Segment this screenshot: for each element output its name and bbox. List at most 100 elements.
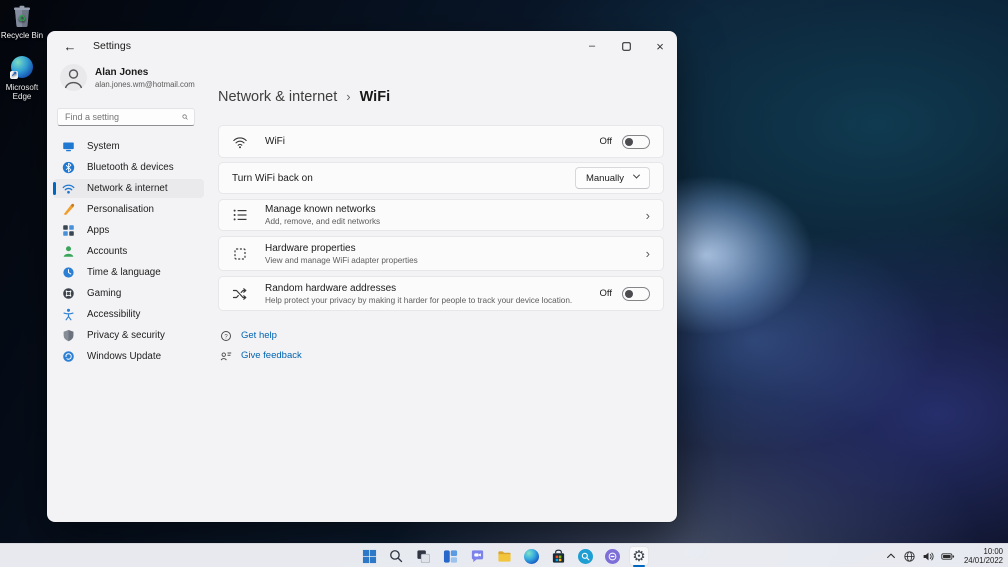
- task-view-icon: [416, 549, 431, 564]
- sidebar-item-accessibility[interactable]: Accessibility: [53, 305, 204, 324]
- sidebar-item-label: Apps: [87, 225, 109, 236]
- desktop-icon-label: Microsoft Edge: [0, 83, 44, 101]
- update-icon: [62, 350, 75, 363]
- brush-icon: [62, 203, 75, 216]
- sidebar-item-label: Time & language: [87, 267, 161, 278]
- toggle-knob: [625, 290, 633, 298]
- minimize-button[interactable]: –: [575, 31, 609, 61]
- accessibility-icon: [62, 308, 75, 321]
- sidebar-item-apps[interactable]: Apps: [53, 221, 204, 240]
- back-button[interactable]: ←: [59, 35, 81, 57]
- search-box[interactable]: [57, 108, 195, 126]
- setting-row-hardware-properties[interactable]: Hardware properties View and manage WiFi…: [218, 236, 664, 271]
- taskbar-search-button[interactable]: [386, 546, 406, 566]
- tray-time: 10:00: [964, 547, 1003, 556]
- setting-subtitle: Add, remove, and edit networks: [265, 217, 380, 226]
- setting-row-manage-known-networks[interactable]: Manage known networks Add, remove, and e…: [218, 199, 664, 231]
- list-icon: [232, 207, 248, 223]
- file-explorer-icon: [497, 549, 512, 564]
- shield-icon: [62, 329, 75, 342]
- sidebar-item-label: Accounts: [87, 246, 127, 257]
- system-icon: [62, 140, 75, 153]
- settings-taskbar-button[interactable]: ⚙: [629, 546, 649, 566]
- clock[interactable]: 10:00 24/01/2022: [964, 547, 1003, 565]
- sidebar-item-label: Gaming: [87, 288, 121, 299]
- random-hardware-addresses-toggle[interactable]: [622, 287, 650, 301]
- sidebar-item-label: System: [87, 141, 120, 152]
- widgets-icon: [443, 549, 458, 564]
- taskbar: ⚙ 10:00 24/01/2022: [0, 543, 1008, 567]
- gear-icon: ⚙: [632, 549, 645, 564]
- task-view-button[interactable]: [413, 546, 433, 566]
- sidebar-item-system[interactable]: System: [53, 137, 204, 156]
- user-name: Alan Jones: [95, 67, 148, 78]
- setting-row-turn-wifi-back-on: Turn WiFi back on Manually: [218, 162, 664, 194]
- chevron-right-icon: ›: [646, 208, 650, 223]
- maximize-button[interactable]: [609, 31, 643, 61]
- help-links: ? Get help Give feedback: [220, 329, 302, 369]
- setting-title: Hardware properties: [265, 243, 418, 254]
- wifi-icon: [62, 182, 75, 195]
- sidebar-item-label: Network & internet: [87, 183, 168, 194]
- wifi-toggle[interactable]: [622, 135, 650, 149]
- desktop-icon-label: Recycle Bin: [0, 31, 44, 40]
- help-icon: ?: [220, 330, 232, 342]
- windows-start-icon: [362, 549, 377, 564]
- sidebar-item-personalisation[interactable]: Personalisation: [53, 200, 204, 219]
- setting-title: Manage known networks: [265, 204, 380, 215]
- sidebar-item-bluetooth-devices[interactable]: Bluetooth & devices: [53, 158, 204, 177]
- edge-button[interactable]: [521, 546, 541, 566]
- breadcrumb-parent[interactable]: Network & internet: [218, 89, 337, 105]
- person-icon: [62, 245, 75, 258]
- feedback-icon: [220, 350, 232, 362]
- microsoft-store-button[interactable]: [548, 546, 568, 566]
- file-explorer-button[interactable]: [494, 546, 514, 566]
- recycle-bin-icon: ♻: [10, 4, 34, 28]
- give-feedback-link[interactable]: Give feedback: [220, 349, 302, 362]
- breadcrumb-separator: ›: [346, 89, 350, 104]
- tray-date: 24/01/2022: [964, 556, 1003, 565]
- shortcut-arrow-icon: ↗: [10, 71, 18, 79]
- chat-button[interactable]: [467, 546, 487, 566]
- avatar[interactable]: [60, 64, 87, 91]
- sidebar-item-privacy-security[interactable]: Privacy & security: [53, 326, 204, 345]
- sidebar: Alan Jones alan.jones.wm@hotmail.com Sys…: [47, 61, 210, 522]
- edge-icon: [524, 549, 539, 564]
- store-icon: [551, 549, 566, 564]
- sidebar-item-label: Windows Update: [87, 351, 161, 362]
- chevron-up-icon[interactable]: [885, 550, 897, 562]
- search-app-button[interactable]: [575, 546, 595, 566]
- search-input[interactable]: [58, 112, 182, 122]
- chevron-down-icon: [633, 172, 640, 179]
- battery-icon[interactable]: [941, 550, 955, 563]
- dropdown-value: Manually: [586, 173, 624, 184]
- network-globe-icon[interactable]: [903, 550, 916, 563]
- system-tray: 10:00 24/01/2022: [885, 544, 1003, 567]
- user-email: alan.jones.wm@hotmail.com: [95, 80, 195, 89]
- sidebar-item-gaming[interactable]: Gaming: [53, 284, 204, 303]
- widgets-button[interactable]: [440, 546, 460, 566]
- sidebar-item-accounts[interactable]: Accounts: [53, 242, 204, 261]
- desktop-icon-microsoft-edge[interactable]: ↗ Microsoft Edge: [0, 56, 44, 101]
- link-label: Give feedback: [241, 350, 302, 361]
- get-help-link[interactable]: ? Get help: [220, 329, 302, 342]
- start-button[interactable]: [359, 546, 379, 566]
- sidebar-nav: System Bluetooth & devices Network & int…: [53, 137, 204, 368]
- turn-wifi-back-on-dropdown[interactable]: Manually: [575, 167, 650, 189]
- window-title: Settings: [93, 40, 131, 52]
- setting-row-wifi: WiFi Off: [218, 125, 664, 158]
- sidebar-item-network-internet[interactable]: Network & internet: [53, 179, 204, 198]
- sidebar-item-time-language[interactable]: Time & language: [53, 263, 204, 282]
- sidebar-item-windows-update[interactable]: Windows Update: [53, 347, 204, 366]
- setting-title: Random hardware addresses: [265, 283, 572, 294]
- sidebar-item-label: Bluetooth & devices: [87, 162, 174, 173]
- bluetooth-icon: [62, 161, 75, 174]
- setting-title: Turn WiFi back on: [232, 173, 313, 184]
- main-content: Network & internet › WiFi WiFi Off Turn …: [218, 61, 664, 522]
- close-button[interactable]: ×: [643, 31, 677, 61]
- apps-icon: [62, 224, 75, 237]
- pinned-app-button[interactable]: [602, 546, 622, 566]
- desktop-icon-recycle-bin[interactable]: ♻ Recycle Bin: [0, 4, 44, 40]
- page-title: WiFi: [360, 89, 390, 105]
- volume-icon[interactable]: [922, 550, 935, 563]
